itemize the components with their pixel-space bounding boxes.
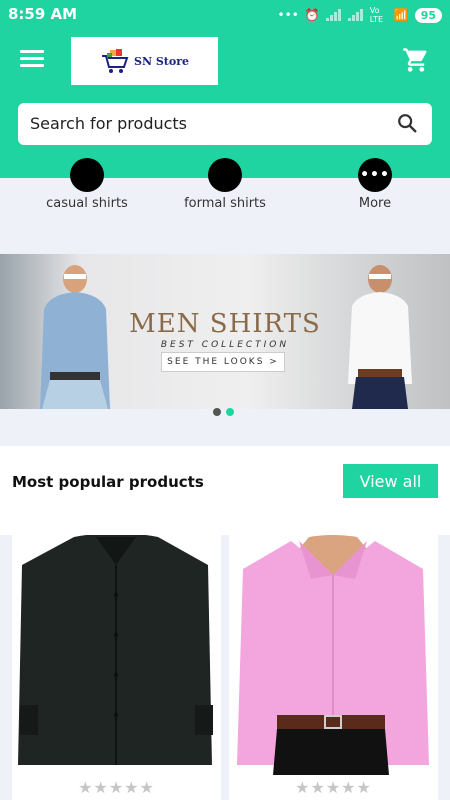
status-time: 8:59 AM: [8, 5, 78, 23]
category-more[interactable]: ••• More: [340, 158, 410, 211]
status-icons: ••• ⏰ Vo LTE 📶 95: [278, 6, 442, 24]
rating-stars: ★★★★★: [295, 778, 372, 797]
logo-text: SN Store: [134, 54, 189, 68]
logo-cart-icon: [102, 49, 129, 73]
category-formal-icon: [208, 158, 242, 192]
product-image: [18, 535, 213, 765]
see-the-looks-button[interactable]: SEE THE LOOKS >: [161, 352, 285, 372]
category-label: formal shirts: [184, 196, 266, 211]
category-label: More: [358, 196, 392, 211]
rating-stars: ★★★★★: [78, 778, 155, 797]
search-bar[interactable]: Search for products: [18, 103, 432, 145]
category-formal-shirts[interactable]: formal shirts: [170, 158, 280, 211]
banner-subtitle: BEST COLLECTION: [160, 340, 290, 350]
view-all-button[interactable]: View all: [343, 464, 438, 498]
banner-title: MEN SHIRTS: [129, 309, 321, 339]
search-icon[interactable]: [396, 112, 418, 134]
promo-banner[interactable]: MEN SHIRTS BEST COLLECTION SEE THE LOOKS…: [0, 254, 450, 409]
menu-icon[interactable]: [20, 50, 44, 68]
section-title: Most popular products: [12, 473, 204, 491]
more-icon: •••: [358, 158, 392, 192]
carousel-dot-active[interactable]: [226, 408, 234, 416]
status-bar: 8:59 AM ••• ⏰ Vo LTE 📶 95: [0, 0, 450, 30]
product-card[interactable]: ★★★★★: [229, 535, 438, 800]
store-logo[interactable]: SN Store: [71, 37, 218, 85]
network-type: Vo LTE: [369, 6, 384, 24]
category-casual-icon: [70, 158, 104, 192]
carousel-indicator: [213, 408, 234, 416]
product-image: [237, 535, 429, 775]
product-grid: ★★★★★ ★★★★★: [0, 535, 450, 800]
search-input[interactable]: Search for products: [30, 114, 187, 133]
popular-products-section: Most popular products View all ★★★★★ ★★★…: [0, 446, 450, 800]
wifi-icon: 📶: [393, 8, 409, 22]
category-label: casual shirts: [46, 196, 128, 211]
product-card[interactable]: ★★★★★: [12, 535, 221, 800]
battery-indicator: 95: [414, 7, 442, 23]
carousel-dot[interactable]: [213, 408, 221, 416]
category-row: casual shirts formal shirts ••• More: [0, 158, 450, 213]
category-casual-shirts[interactable]: casual shirts: [32, 158, 142, 211]
cart-icon[interactable]: [402, 46, 430, 74]
notification-dots-icon: •••: [277, 8, 299, 22]
alarm-icon: ⏰: [304, 8, 320, 22]
app-header: 8:59 AM ••• ⏰ Vo LTE 📶 95 SN Store Searc…: [0, 0, 450, 178]
signal-icon-2: [347, 9, 363, 21]
signal-icon: [325, 9, 341, 21]
